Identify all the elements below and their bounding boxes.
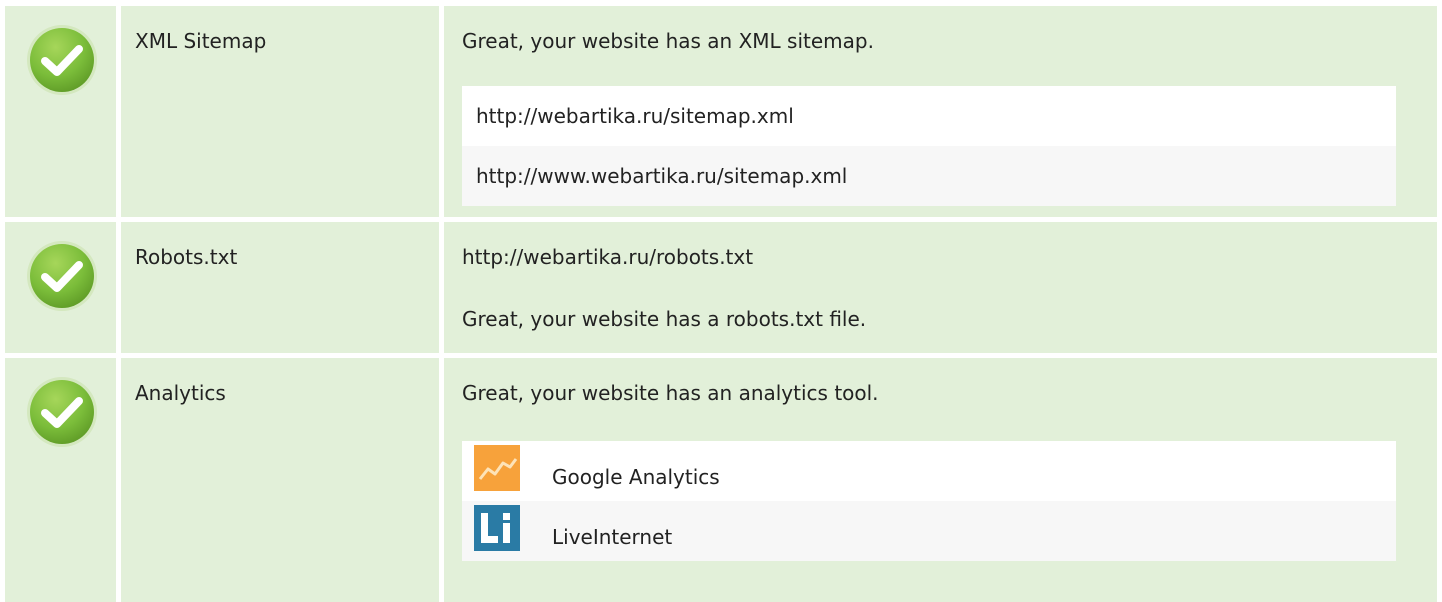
result-message: Great, your website has an analytics too… [462,381,879,405]
analytics-tool-name: Google Analytics [552,465,720,489]
status-cell [5,358,116,602]
status-cell [5,6,116,217]
check-label: Robots.txt [135,245,238,269]
list-item: Google Analytics [462,441,1396,501]
analytics-tool-name: LiveInternet [552,525,673,549]
result-cell: http://webartika.ru/robots.txt Great, yo… [444,222,1437,353]
liveinternet-icon [474,505,520,551]
check-label: Analytics [135,381,226,405]
list-item: LiveInternet [462,501,1396,561]
check-circle-icon [25,23,99,97]
check-label: XML Sitemap [135,29,267,53]
list-item: http://www.webartika.ru/sitemap.xml [462,146,1396,206]
robots-url[interactable]: http://webartika.ru/robots.txt [462,244,753,270]
label-cell: Analytics [121,358,439,602]
result-message: Great, your website has a robots.txt fil… [462,307,867,331]
result-cell: Great, your website has an analytics too… [444,358,1437,602]
label-cell: XML Sitemap [121,6,439,217]
list-item: http://webartika.ru/sitemap.xml [462,86,1396,146]
report-row-robots: Robots.txt http://webartika.ru/robots.tx… [5,222,1437,353]
report-row-analytics: Analytics Great, your website has an ana… [5,358,1437,602]
result-cell: Great, your website has an XML sitemap. … [444,6,1437,217]
sitemap-url[interactable]: http://www.webartika.ru/sitemap.xml [476,163,847,189]
report-row-xml-sitemap: XML Sitemap Great, your website has an X… [5,6,1437,217]
google-analytics-icon [474,445,520,491]
check-circle-icon [25,375,99,449]
sitemap-list: http://webartika.ru/sitemap.xml http://w… [462,86,1396,206]
sitemap-url[interactable]: http://webartika.ru/sitemap.xml [476,103,794,129]
analytics-list: Google Analytics LiveInternet [462,441,1396,561]
seo-report: XML Sitemap Great, your website has an X… [0,0,1442,602]
status-cell [5,222,116,353]
check-circle-icon [25,239,99,313]
label-cell: Robots.txt [121,222,439,353]
result-message: Great, your website has an XML sitemap. [462,29,874,53]
